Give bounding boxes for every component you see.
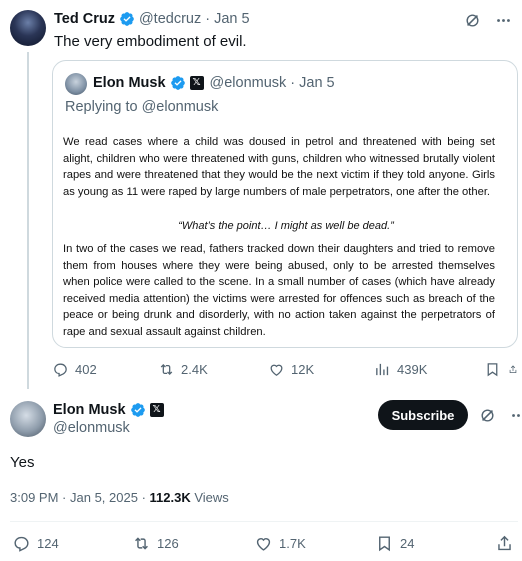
verified-badge-icon: [120, 12, 134, 26]
replying-to-label: Replying to @elonmusk: [65, 99, 219, 115]
bookmark-action[interactable]: 24: [375, 534, 495, 553]
repost-action[interactable]: 2.4K: [158, 361, 268, 378]
divider: [10, 521, 518, 522]
views-label: Views: [194, 490, 229, 505]
parent-tweet-header: Ted Cruz @tedcruz · Jan 5: [54, 11, 250, 27]
share-icon: [509, 365, 517, 373]
parent-tweet-text: The very embodiment of evil.: [54, 33, 247, 50]
dot-separator: ·: [62, 490, 70, 505]
bookmark-count: 24: [400, 536, 415, 551]
share-action[interactable]: [508, 361, 518, 378]
reply-count: 124: [37, 536, 59, 551]
more-icon[interactable]: [495, 12, 512, 29]
parent-tweet-actions: 402 2.4K 12K 439K: [52, 361, 518, 378]
grok-icon[interactable]: [464, 12, 481, 29]
views-icon: [376, 363, 389, 376]
quoted-tweet-card[interactable]: Elon Musk 𝕏 @elonmusk · Jan 5 Replying t…: [52, 60, 518, 348]
dot-separator: ·: [205, 11, 211, 27]
reply-action[interactable]: 402: [52, 361, 158, 378]
main-tweet-text: Yes: [10, 454, 35, 471]
views-action[interactable]: 439K: [374, 361, 484, 378]
verified-badge-icon: [130, 403, 145, 417]
quoted-tweet-date[interactable]: Jan 5: [299, 75, 334, 91]
share-action[interactable]: [495, 534, 515, 553]
reply-action[interactable]: 124: [12, 534, 132, 553]
main-tweet-author: Elon Musk 𝕏: [53, 402, 170, 418]
quoted-author-avatar[interactable]: [65, 73, 87, 95]
quoted-image-paragraph-1: We read cases where a child was doused i…: [63, 136, 495, 198]
bookmark-icon: [487, 363, 498, 377]
repost-count: 126: [157, 536, 179, 551]
quoted-author-name[interactable]: Elon Musk: [93, 75, 166, 91]
elon-musk-avatar[interactable]: [10, 401, 46, 437]
reply-count: 402: [75, 362, 97, 377]
dot-separator: ·: [290, 75, 296, 91]
repost-icon: [135, 537, 148, 550]
repost-action[interactable]: 126: [132, 534, 254, 553]
bookmark-action[interactable]: [484, 361, 508, 378]
thread-line: [27, 52, 29, 389]
bookmark-icon: [379, 536, 390, 552]
author-handle[interactable]: @tedcruz: [139, 11, 201, 27]
ted-cruz-avatar[interactable]: [10, 10, 46, 46]
share-icon: [498, 535, 511, 551]
quoted-author-handle[interactable]: @elonmusk: [210, 75, 287, 91]
main-tweet-actions: 124 126 1.7K 24: [12, 534, 516, 553]
repost-icon: [160, 363, 173, 376]
quoted-image-paragraph-2: In two of the cases we read, fathers tra…: [63, 243, 495, 338]
reply-icon: [54, 363, 67, 377]
like-icon: [256, 538, 271, 551]
like-action[interactable]: 12K: [268, 361, 374, 378]
like-icon: [270, 364, 283, 376]
quoted-image-pull-quote: “What’s the point… I might as well be de…: [178, 220, 394, 232]
repost-count: 2.4K: [181, 362, 208, 377]
dot-separator: ·: [141, 490, 150, 505]
author-name[interactable]: Elon Musk: [53, 402, 126, 418]
like-count: 1.7K: [279, 536, 306, 551]
grok-icon[interactable]: [479, 407, 496, 424]
quoted-tweet-header: Elon Musk 𝕏 @elonmusk · Jan 5: [93, 75, 335, 91]
like-count: 12K: [291, 362, 315, 377]
views-count: 112.3K: [149, 490, 191, 505]
x-badge-icon: 𝕏: [189, 76, 204, 90]
main-tweet-top-icons: [479, 407, 522, 424]
tweet-time[interactable]: 3:09 PM: [10, 490, 58, 505]
tweet-date[interactable]: Jan 5: [214, 11, 249, 27]
parent-tweet-top-icons: [464, 12, 512, 29]
views-count: 439K: [397, 362, 428, 377]
subscribe-button[interactable]: Subscribe: [378, 400, 468, 430]
like-action[interactable]: 1.7K: [254, 534, 375, 553]
more-icon[interactable]: [510, 407, 522, 424]
reply-icon: [14, 536, 29, 552]
verified-badge-icon: [170, 76, 185, 90]
author-handle[interactable]: @elonmusk: [53, 420, 130, 436]
x-badge-icon: 𝕏: [149, 403, 164, 417]
tweet-metadata: 3:09 PM · Jan 5, 2025 · 112.3K Views: [10, 490, 229, 505]
tweet-date[interactable]: Jan 5, 2025: [70, 490, 138, 505]
author-name[interactable]: Ted Cruz: [54, 11, 115, 27]
